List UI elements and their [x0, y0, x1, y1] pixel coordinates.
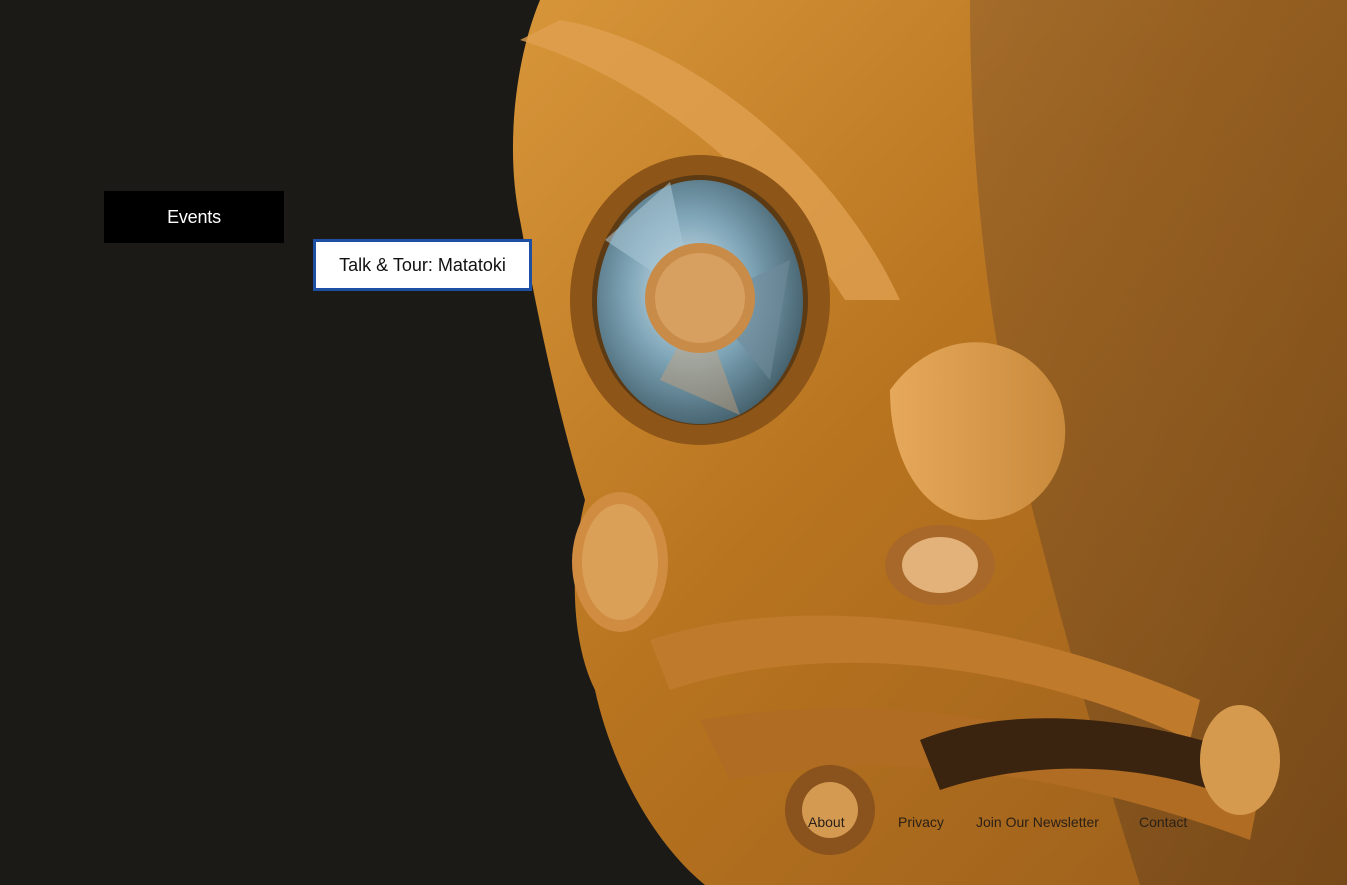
nav-events-label: Events — [167, 206, 221, 227]
subnav-item-talk-tour[interactable]: Talk & Tour: Matatoki — [313, 239, 532, 291]
subnav-item-label: Talk & Tour: Matatoki — [339, 254, 506, 275]
footer-link-privacy[interactable]: Privacy — [898, 814, 944, 830]
carved-mask-image — [500, 0, 1347, 885]
footer-link-about[interactable]: About — [808, 814, 845, 830]
page: Events Talk & Tour: Matatoki About Priva… — [0, 0, 1347, 885]
nav-events-button[interactable]: Events — [104, 191, 284, 243]
footer-link-contact[interactable]: Contact — [1139, 814, 1187, 830]
footer-link-newsletter[interactable]: Join Our Newsletter — [976, 814, 1099, 830]
